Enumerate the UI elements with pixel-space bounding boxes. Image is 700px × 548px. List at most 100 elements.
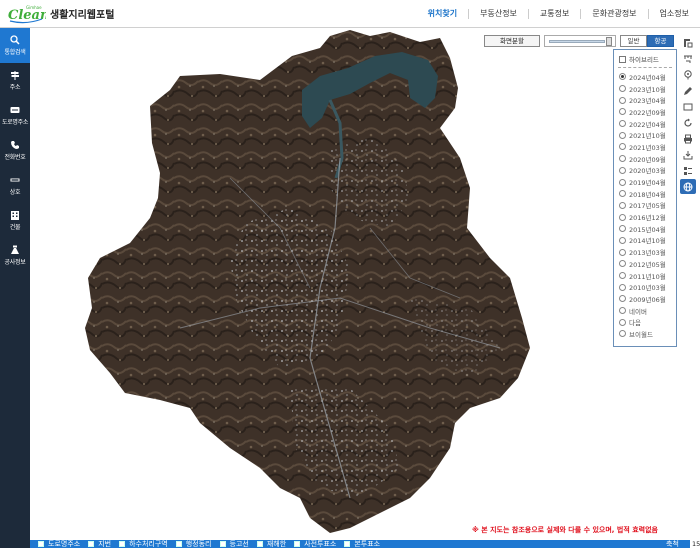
layer-label: 도로명주소	[48, 540, 81, 548]
sidebar-item-building[interactable]: 건물	[0, 203, 30, 238]
refresh-tool[interactable]	[680, 115, 696, 130]
nav-traffic[interactable]: 교통정보	[527, 9, 580, 19]
radio-button[interactable]	[619, 201, 626, 209]
radio-button[interactable]	[619, 120, 626, 128]
radio-button[interactable]	[619, 225, 626, 233]
aerial-map-button[interactable]: 항공	[647, 35, 674, 47]
date-option[interactable]: 2014년10월	[619, 235, 666, 247]
radio-button[interactable]	[619, 85, 626, 93]
radio-button[interactable]	[619, 236, 626, 244]
date-option[interactable]: 2019년04월	[619, 176, 666, 188]
layer-toggle[interactable]: 지번	[88, 540, 111, 548]
layer-checkbox[interactable]	[294, 541, 301, 547]
location-tool[interactable]	[680, 67, 696, 82]
date-option[interactable]: 2010년03월	[619, 281, 666, 293]
radio-button[interactable]	[619, 330, 626, 338]
layer-toggle[interactable]: 도로명주소	[38, 540, 80, 548]
date-option[interactable]: 2022년09월	[619, 106, 666, 118]
radio-button[interactable]	[619, 166, 626, 174]
date-option[interactable]: 2022년04월	[619, 118, 666, 130]
radio-button[interactable]	[619, 108, 626, 116]
measure-tool[interactable]	[680, 51, 696, 66]
radio-button[interactable]	[619, 307, 626, 315]
radio-button[interactable]	[619, 318, 626, 326]
date-option[interactable]: 다음	[619, 316, 666, 328]
location-pin-icon	[684, 69, 692, 79]
hybrid-checkbox[interactable]	[619, 55, 626, 63]
radio-button[interactable]	[619, 248, 626, 256]
sidebar-item-phone[interactable]: 전화번호	[0, 133, 30, 168]
site-logo[interactable]: Clean Gimhae	[6, 2, 49, 24]
split-screen-button[interactable]: 화면분할	[484, 35, 540, 47]
slider-handle[interactable]	[606, 37, 612, 46]
radio-button[interactable]	[619, 283, 626, 291]
layer-toggle[interactable]: 사전투표소	[294, 540, 336, 548]
layer-checkbox[interactable]	[88, 541, 95, 547]
sidebar-item-construction[interactable]: 공사정보	[0, 238, 30, 273]
nav-culture-tourism[interactable]: 문화관광정보	[580, 9, 647, 19]
date-option[interactable]: 2020년03월	[619, 165, 666, 177]
globe-tool[interactable]	[680, 179, 696, 194]
radio-button[interactable]	[619, 178, 626, 186]
date-option[interactable]: 2021년10월	[619, 129, 666, 141]
bottom-layer-bar: 도로명주소 지번 하수처리구역 행정동리 등고선 재해한 사전투표소 본투표소 축척 1500…	[30, 540, 700, 548]
legend-icon	[684, 166, 692, 175]
layer-toggle[interactable]: 등고선	[219, 540, 249, 548]
layer-toggle[interactable]: 하수처리구역	[119, 540, 168, 548]
date-option[interactable]: 2020년09월	[619, 153, 666, 165]
radio-button[interactable]	[619, 213, 626, 221]
layer-checkbox[interactable]	[344, 541, 351, 547]
radio-button[interactable]	[619, 272, 626, 280]
date-option[interactable]: 2023년04월	[619, 94, 666, 106]
layer-toggle[interactable]: 본투표소	[344, 540, 380, 548]
date-option[interactable]: 2021년03월	[619, 141, 666, 153]
sidebar-item-road-address[interactable]: 도로명주소	[0, 98, 30, 133]
radio-button[interactable]	[619, 96, 626, 104]
layers-tool[interactable]	[680, 35, 696, 50]
radio-button[interactable]	[619, 190, 626, 198]
layer-toggle[interactable]: 행정동리	[175, 540, 212, 548]
sidebar-item-address[interactable]: 주소	[0, 63, 30, 98]
nav-location-search[interactable]: 위치찾기	[417, 9, 468, 19]
date-option[interactable]: 2017년05월	[619, 200, 666, 212]
hybrid-toggle[interactable]: 하이브리드	[619, 54, 659, 64]
layer-label: 등고선	[229, 540, 249, 548]
date-option[interactable]: 2018년04월	[619, 188, 666, 200]
date-option[interactable]: 2009년06월	[619, 293, 666, 305]
layer-checkbox[interactable]	[175, 541, 182, 547]
sidebar-item-integrated-search[interactable]: 통합검색	[0, 28, 30, 63]
nav-business[interactable]: 업소정보	[647, 9, 700, 19]
radio-button[interactable]	[619, 143, 626, 151]
legend-tool[interactable]	[680, 163, 696, 178]
draw-tool[interactable]	[680, 83, 696, 98]
date-option[interactable]: 2015년04월	[619, 223, 666, 235]
map-viewport[interactable]: ※ 본 지도는 참조용으로 실제와 다를 수 있으며, 법적 효력없음	[30, 28, 700, 540]
layer-toggle[interactable]: 재해한	[256, 540, 286, 548]
print-tool[interactable]	[680, 131, 696, 146]
radio-button[interactable]	[619, 260, 626, 268]
scale-input[interactable]: 150000	[690, 540, 700, 548]
opacity-slider[interactable]	[544, 35, 616, 47]
basic-map-button[interactable]: 일반	[620, 35, 647, 47]
layer-checkbox[interactable]	[256, 541, 263, 547]
date-option[interactable]: 2011년10월	[619, 270, 666, 282]
nav-real-estate[interactable]: 부동산정보	[468, 9, 528, 19]
area-tool[interactable]	[680, 99, 696, 114]
date-option[interactable]: 브이월드	[619, 328, 666, 340]
date-option[interactable]: 2024년04월	[619, 71, 666, 83]
sidebar-item-business-name[interactable]: 상호	[0, 168, 30, 203]
date-option[interactable]: 2012년05월	[619, 258, 666, 270]
date-option[interactable]: 2013년03월	[619, 246, 666, 258]
radio-button[interactable]	[619, 73, 626, 81]
date-option[interactable]: 네이버	[619, 305, 666, 317]
layer-label: 지번	[98, 540, 112, 548]
date-option[interactable]: 2023년10월	[619, 83, 666, 95]
radio-button[interactable]	[619, 131, 626, 139]
layer-checkbox[interactable]	[119, 541, 126, 547]
download-tool[interactable]	[680, 147, 696, 162]
date-option[interactable]: 2016년12월	[619, 211, 666, 223]
layer-checkbox[interactable]	[38, 541, 44, 547]
radio-button[interactable]	[619, 155, 626, 163]
layer-checkbox[interactable]	[219, 541, 226, 547]
radio-button[interactable]	[619, 295, 626, 303]
